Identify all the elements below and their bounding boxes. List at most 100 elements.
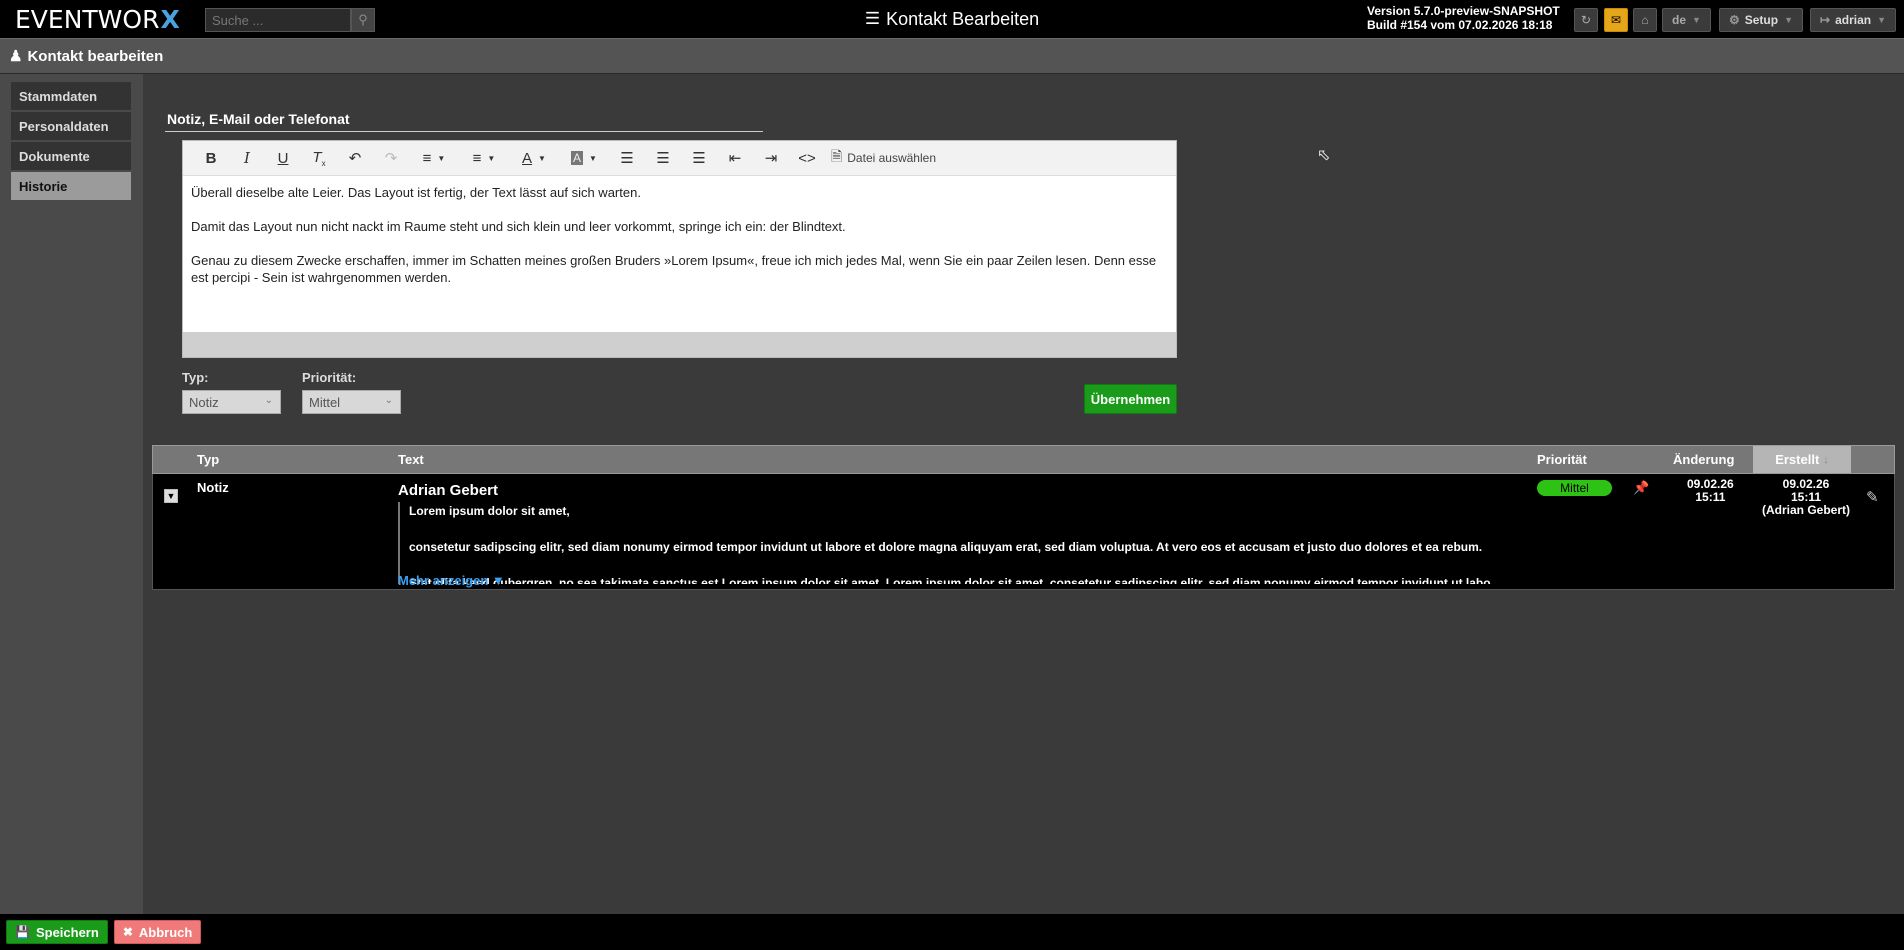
changed-time: 15:11 <box>1695 490 1726 504</box>
expand-toggle-icon[interactable]: ▼ <box>164 489 178 503</box>
chevron-down-icon: ▼ <box>538 153 546 163</box>
user-icon: ♟ <box>9 48 23 65</box>
table-header: Typ Text Priorität Änderung Erstellt ↓ <box>152 445 1895 474</box>
text-color-button[interactable]: A ▼ <box>509 146 559 170</box>
sidebar: Stammdaten Personaldaten Dokumente Histo… <box>0 74 143 914</box>
type-label: Typ: <box>182 370 209 385</box>
editor-status-bar <box>183 332 1176 357</box>
align-center-button[interactable]: ☰ <box>645 146 681 170</box>
language-value: de <box>1672 13 1687 27</box>
background-color-button[interactable]: A ▼ <box>559 146 609 170</box>
column-header-type[interactable]: Typ <box>197 446 219 473</box>
type-value: Notiz <box>189 394 219 410</box>
sort-down-icon: ↓ <box>1823 453 1829 466</box>
bullet-list-button[interactable]: ≡ ▼ <box>409 146 459 170</box>
chevron-down-icon: ▼ <box>437 153 446 163</box>
apply-button[interactable]: Übernehmen <box>1084 384 1177 414</box>
chevron-down-icon: ▼ <box>1784 15 1794 25</box>
table-row: ▼ Notiz Adrian Gebert Lorem ipsum dolor … <box>152 474 1895 590</box>
undo-button[interactable]: ↶ <box>337 146 373 170</box>
sidebar-item-label: Dokumente <box>19 148 90 164</box>
numbered-list-icon: ≡ <box>472 149 482 167</box>
search-input[interactable] <box>205 8 351 32</box>
column-header-created[interactable]: Erstellt ↓ <box>1753 446 1851 473</box>
priority-select[interactable]: Mittel ⌄ <box>302 390 401 414</box>
app-logo[interactable]: EVENTWOR X <box>0 5 200 34</box>
mouse-cursor-icon: ⬁ <box>1317 147 1331 164</box>
type-select[interactable]: Notiz ⌄ <box>182 390 281 414</box>
priority-label: Priorität: <box>302 370 357 385</box>
home-button[interactable]: ⌂ <box>1633 8 1657 32</box>
build-line: Build #154 vom 07.02.2026 18:18 <box>1367 18 1553 32</box>
align-right-icon: ☰ <box>692 150 706 167</box>
numbered-list-button[interactable]: ≡ ▼ <box>459 146 509 170</box>
sidebar-item-stammdaten[interactable]: Stammdaten <box>11 82 131 110</box>
italic-button[interactable]: I <box>229 146 265 170</box>
gear-icon: ⚙ <box>1728 13 1740 27</box>
sidebar-item-personaldaten[interactable]: Personaldaten <box>11 112 131 140</box>
column-header-created-label: Erstellt <box>1775 452 1820 467</box>
user-menu-button[interactable]: ↦ adrian ▼ <box>1810 8 1896 32</box>
underline-icon: U <box>277 149 289 167</box>
row-author: Adrian Gebert <box>398 482 499 499</box>
pin-icon[interactable]: 📌 <box>1633 480 1649 496</box>
chevron-down-icon: ⌄ <box>264 395 273 406</box>
cancel-button[interactable]: ✖ Abbruch <box>113 920 202 944</box>
refresh-button[interactable]: ↻ <box>1574 8 1598 32</box>
row-changed-date: 09.02.26 15:11 <box>1687 478 1734 504</box>
priority-badge: Mittel <box>1537 480 1612 496</box>
refresh-icon: ↻ <box>1580 13 1592 27</box>
file-select-button[interactable]: 🗎 Datei auswählen <box>831 146 936 170</box>
text-color-icon: A <box>522 149 533 167</box>
save-button[interactable]: 💾 Speichern <box>6 920 108 944</box>
chevron-down-icon: ⌄ <box>384 395 393 406</box>
background-color-icon: A <box>571 151 584 165</box>
sub-header: ♟ Kontakt bearbeiten <box>0 38 1904 74</box>
row-text-cell: Adrian Gebert Lorem ipsum dolor sit amet… <box>398 482 1538 592</box>
column-header-text[interactable]: Text <box>398 446 424 473</box>
sidebar-item-dokumente[interactable]: Dokumente <box>11 142 131 170</box>
bold-button[interactable]: B <box>193 146 229 170</box>
align-left-button[interactable]: ☰ <box>609 146 645 170</box>
mail-button[interactable]: ✉ <box>1604 8 1628 32</box>
underline-button[interactable]: U <box>265 146 301 170</box>
logo-text: EVENTWOR <box>15 4 160 34</box>
chevron-down-icon: ▼ <box>1692 15 1701 25</box>
redo-button[interactable]: ↷ <box>373 146 409 170</box>
clear-format-button[interactable]: Tx <box>301 146 337 170</box>
align-left-icon: ☰ <box>620 150 634 167</box>
editor-paragraph: Genau zu diesem Zwecke erschaffen, immer… <box>191 253 1157 285</box>
priority-value: Mittel <box>309 394 341 410</box>
search-box: ⚲ <box>205 8 375 32</box>
row-text-line: Stet clita kasd gubergren, no sea takima… <box>409 576 1503 584</box>
sidebar-item-label: Stammdaten <box>19 88 98 104</box>
sub-header-title: Kontakt bearbeiten <box>27 47 164 65</box>
language-select[interactable]: de ▼ <box>1662 8 1711 32</box>
outdent-button[interactable]: ⇤ <box>717 146 753 170</box>
indent-icon: ⇥ <box>764 150 778 167</box>
setup-menu-button[interactable]: ⚙ Setup ▼ <box>1719 8 1803 32</box>
sidebar-item-historie[interactable]: Historie <box>11 172 131 200</box>
undo-icon: ↶ <box>348 150 362 167</box>
column-header-priority[interactable]: Priorität <box>1537 446 1587 473</box>
indent-button[interactable]: ⇥ <box>753 146 789 170</box>
editor-paragraph: Damit das Layout nun nicht nackt im Raum… <box>191 219 846 234</box>
sidebar-item-label: Personaldaten <box>19 118 109 134</box>
logout-icon: ↦ <box>1820 13 1831 27</box>
row-text-line: Lorem ipsum dolor sit amet, <box>409 504 570 518</box>
setup-label: Setup <box>1744 13 1779 27</box>
user-label: adrian <box>1835 13 1872 27</box>
search-button[interactable]: ⚲ <box>351 8 375 32</box>
editor-paragraph: Überall dieselbe alte Leier. Das Layout … <box>191 185 641 200</box>
editor-content[interactable]: Überall dieselbe alte Leier. Das Layout … <box>183 176 1176 332</box>
align-right-button[interactable]: ☰ <box>681 146 717 170</box>
show-more-link[interactable]: Mehr anzeigen ▼ <box>398 573 505 588</box>
column-header-changed[interactable]: Änderung <box>1673 446 1734 473</box>
chevron-down-icon: ▼ <box>1877 15 1886 25</box>
row-text-quote: Lorem ipsum dolor sit amet, consetetur s… <box>398 502 1518 584</box>
edit-pencil-icon[interactable]: ✎ <box>1866 488 1879 506</box>
footer-bar: 💾 Speichern ✖ Abbruch <box>0 914 1904 950</box>
row-text-line: consetetur sadipscing elitr, sed diam no… <box>409 540 1483 554</box>
redo-icon: ↷ <box>384 150 398 167</box>
source-code-button[interactable]: <> <box>789 146 825 170</box>
